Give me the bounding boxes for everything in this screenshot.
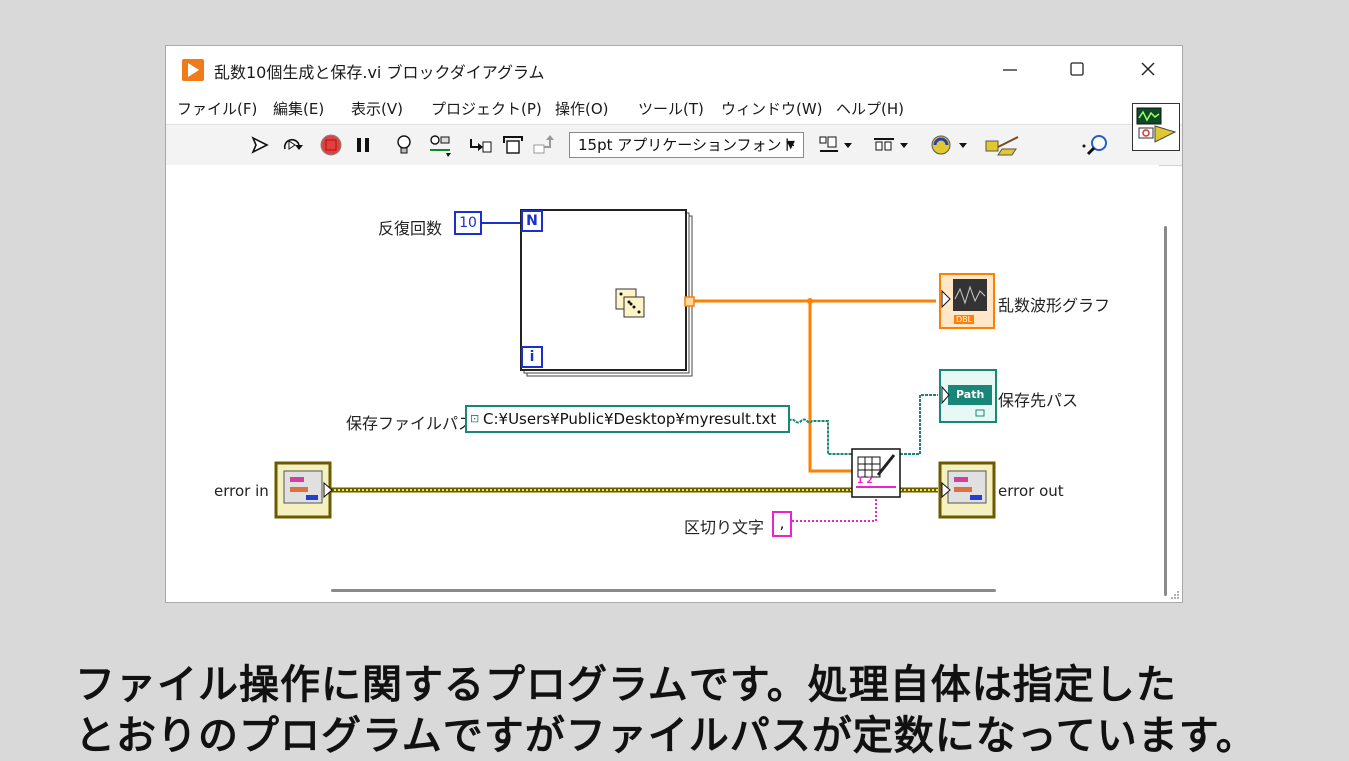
run-arrow-icon[interactable] xyxy=(248,133,272,157)
path-constant[interactable]: ⊡ C:¥Users¥Public¥Desktop¥myresult.txt xyxy=(465,405,790,433)
menu-edit[interactable]: 編集(E) xyxy=(273,98,324,119)
path-wire-out[interactable] xyxy=(900,394,938,455)
menu-operate[interactable]: 操作(O) xyxy=(555,98,609,119)
minimize-icon xyxy=(1003,69,1017,71)
menu-file[interactable]: ファイル(F) xyxy=(177,98,257,119)
font-select[interactable]: 15pt アプリケーションフォント ▼ xyxy=(569,132,804,158)
loop-count-constant[interactable]: 10 xyxy=(454,211,482,235)
maximize-icon xyxy=(1070,62,1084,76)
wire-junction xyxy=(807,298,813,304)
path-constant-label: 保存ファイルパス xyxy=(346,414,475,433)
path-indicator-text: Path xyxy=(956,388,985,401)
search-icon[interactable] xyxy=(1080,133,1112,157)
loop-count-label: 反復回数 xyxy=(378,219,443,238)
menu-project[interactable]: プロジェクト(P) xyxy=(431,98,542,119)
loop-count-terminal[interactable]: N xyxy=(521,210,543,232)
close-button[interactable] xyxy=(1126,54,1170,84)
path-icon: ⊡ xyxy=(470,412,480,425)
horizontal-scrollbar[interactable] xyxy=(331,589,996,592)
labview-app-icon xyxy=(182,59,204,81)
delimiter-label: 区切り文字 xyxy=(684,518,765,537)
menu-help[interactable]: ヘルプ(H) xyxy=(836,98,904,119)
resize-grip-icon[interactable] xyxy=(1170,590,1180,600)
dbl-array-wire-to-write[interactable] xyxy=(808,301,852,473)
array-tunnel[interactable] xyxy=(684,296,695,307)
step-into-icon[interactable] xyxy=(468,133,492,157)
step-out-icon[interactable] xyxy=(532,133,556,157)
align-icon[interactable] xyxy=(818,133,854,157)
path-wire-in[interactable] xyxy=(788,418,852,455)
for-loop[interactable] xyxy=(520,209,693,377)
highlight-execution-icon[interactable] xyxy=(280,133,304,157)
error-in-terminal[interactable] xyxy=(274,461,333,519)
menu-tools[interactable]: ツール(T) xyxy=(638,98,704,119)
string-wire[interactable] xyxy=(792,496,877,522)
menu-window[interactable]: ウィンドウ(W) xyxy=(721,98,823,119)
menu-view[interactable]: 表示(V) xyxy=(351,98,403,119)
path-indicator-label: 保存先パス xyxy=(998,391,1079,410)
error-in-label: error in xyxy=(214,482,269,500)
error-out-label: error out xyxy=(998,482,1064,500)
minimize-button[interactable] xyxy=(988,54,1032,84)
error-out-terminal[interactable] xyxy=(938,461,996,519)
font-select-value: 15pt アプリケーションフォント xyxy=(578,136,797,154)
toolbar: 15pt アプリケーションフォント ▼ xyxy=(166,124,1182,166)
graph-type-badge: DBL xyxy=(954,315,975,324)
vi-icon[interactable] xyxy=(1132,103,1180,151)
path-constant-value: C:¥Users¥Public¥Desktop¥myresult.txt xyxy=(483,410,777,428)
step-over-icon[interactable] xyxy=(501,133,525,157)
abort-icon[interactable] xyxy=(319,133,343,157)
maximize-button[interactable] xyxy=(1055,54,1099,84)
write-node-ports: 1 2 xyxy=(857,476,873,486)
caption-line-1: ファイル操作に関するプログラムです。処理自体は指定した xyxy=(75,662,1177,708)
retain-wire-values-icon[interactable] xyxy=(428,133,452,157)
caption-line-2: とおりのプログラムですがファイルパスが定数になっています。 xyxy=(75,713,1257,759)
delimiter-constant[interactable]: , xyxy=(772,511,792,537)
distribute-icon[interactable] xyxy=(872,133,910,157)
pause-icon[interactable] xyxy=(351,133,375,157)
vertical-scrollbar[interactable] xyxy=(1164,226,1167,596)
wires-layer xyxy=(274,209,997,522)
block-diagram-window: 乱数10個生成と保存.vi ブロックダイアグラム ファイル(F) 編集(E) 表… xyxy=(165,45,1183,603)
title-bar[interactable]: 乱数10個生成と保存.vi ブロックダイアグラム xyxy=(166,46,1182,92)
menu-bar: ファイル(F) 編集(E) 表示(V) プロジェクト(P) 操作(O) ツール(… xyxy=(166,92,1182,122)
write-delimited-spreadsheet-node[interactable] xyxy=(851,448,901,498)
cleanup-icon[interactable] xyxy=(984,133,1020,157)
close-icon xyxy=(1141,62,1155,76)
resize-objects-icon[interactable] xyxy=(929,133,969,157)
waveform-vi-icon xyxy=(1136,107,1177,143)
bulb-icon[interactable] xyxy=(392,133,416,157)
iteration-terminal[interactable]: i xyxy=(521,346,543,368)
chevron-down-icon: ▼ xyxy=(786,138,795,151)
window-title: 乱数10個生成と保存.vi ブロックダイアグラム xyxy=(214,63,545,82)
graph-label: 乱数波形グラフ xyxy=(998,296,1111,315)
block-diagram-canvas[interactable]: 反復回数 10 N i 乱数波形グラフ DBL 保存ファイルパス ⊡ C:¥Us… xyxy=(166,165,1159,578)
